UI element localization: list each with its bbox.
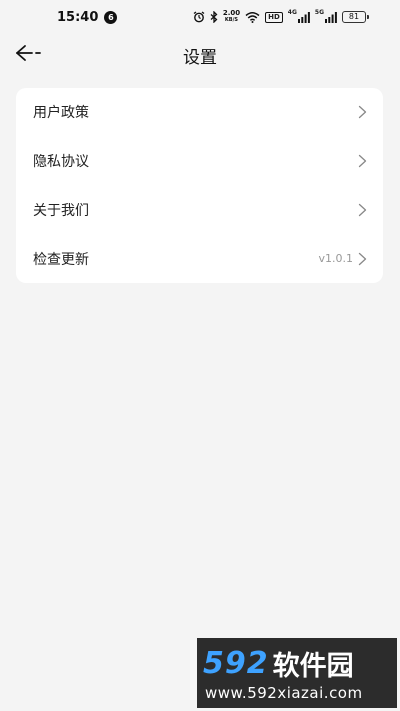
sim1-network-label: 4G	[287, 9, 297, 16]
notification-count-badge: 6	[104, 11, 118, 24]
net-speed-value: 2.00	[222, 9, 241, 17]
bluetooth-icon	[210, 9, 218, 25]
status-time: 15:40	[57, 10, 99, 25]
header: 设置	[0, 38, 400, 70]
alarm-icon	[193, 9, 205, 25]
settings-item-about-us[interactable]: 关于我们	[16, 186, 383, 235]
page-title: 设置	[183, 48, 217, 68]
watermark-logo: 592 软件园 www.592xiazai.com	[197, 638, 397, 708]
chevron-right-icon	[358, 106, 367, 119]
status-bar: 15:40 6 2.00 KB/S HD 4G 5G 81	[0, 0, 400, 38]
settings-item-privacy-agreement[interactable]: 隐私协议	[16, 137, 383, 186]
watermark-brand-row: 592 软件园	[203, 644, 354, 683]
battery-level: 81	[348, 12, 360, 21]
net-speed-unit: KB/S	[224, 17, 239, 23]
status-right: 2.00 KB/S HD 4G 5G 81	[193, 9, 369, 25]
sim2-signal-icon: 5G	[315, 9, 337, 25]
status-left: 15:40 6	[57, 10, 118, 25]
settings-item-user-policy[interactable]: 用户政策	[16, 88, 383, 137]
chevron-right-icon	[358, 154, 367, 168]
settings-item-label: 关于我们	[33, 202, 89, 219]
settings-item-check-update[interactable]: 检查更新 v1.0.1	[16, 234, 383, 283]
watermark-url: www.592xiazai.com	[205, 684, 363, 702]
hd-badge: HD	[265, 11, 283, 23]
settings-item-label: 用户政策	[33, 105, 89, 122]
sim1-signal-icon: 4G	[288, 9, 310, 25]
version-value: v1.0.1	[318, 252, 354, 266]
settings-item-label: 隐私协议	[33, 154, 89, 171]
wifi-icon	[245, 9, 260, 25]
battery-icon: 81	[342, 11, 369, 23]
chevron-right-icon	[358, 252, 367, 265]
chevron-right-icon	[358, 203, 367, 217]
settings-card: 用户政策 隐私协议 关于我们 检查更新 v1.0.1	[16, 88, 383, 283]
net-speed: 2.00 KB/S	[223, 10, 240, 24]
watermark-number: 592	[203, 646, 269, 681]
settings-item-label: 检查更新	[33, 251, 89, 268]
sim2-network-label: 5G	[314, 9, 324, 16]
watermark-brand-name: 软件园	[272, 651, 354, 682]
